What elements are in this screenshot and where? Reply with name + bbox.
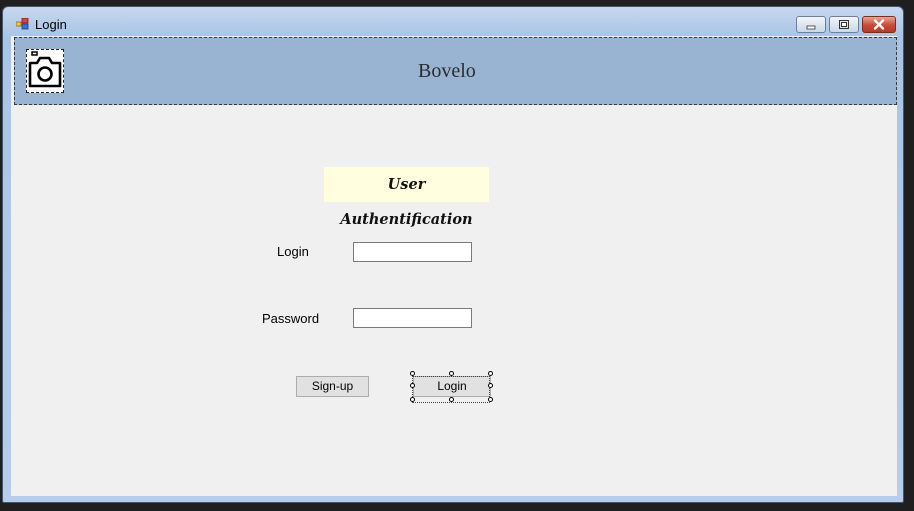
title-bar[interactable]: Login [3,7,903,37]
window-title: Login [35,17,67,32]
brand-title: Bovelo [418,60,476,82]
minimize-icon [806,25,816,30]
form-client-area: Bovelo User Authentification Login Passw… [11,36,897,496]
camera-icon [28,51,62,88]
auth-heading: User Authentification [324,167,489,228]
login-window: Login Bovelo User Authentification Login… [2,6,904,503]
resize-handle[interactable] [449,397,454,402]
maximize-button[interactable] [829,16,859,33]
header-panel: Bovelo [14,37,897,105]
password-label: Password [262,311,320,326]
close-icon [873,19,885,30]
close-button[interactable] [862,16,896,33]
login-input[interactable] [353,242,472,262]
minimize-button[interactable] [796,16,826,33]
password-input[interactable] [353,308,472,328]
resize-handle[interactable] [488,397,493,402]
login-button[interactable]: Login [413,376,491,397]
login-label: Login [277,244,309,259]
form-icon [16,18,29,30]
camera-picturebox[interactable] [26,49,64,93]
maximize-icon [839,20,849,29]
resize-handle[interactable] [410,397,415,402]
signup-button[interactable]: Sign-up [296,376,369,397]
